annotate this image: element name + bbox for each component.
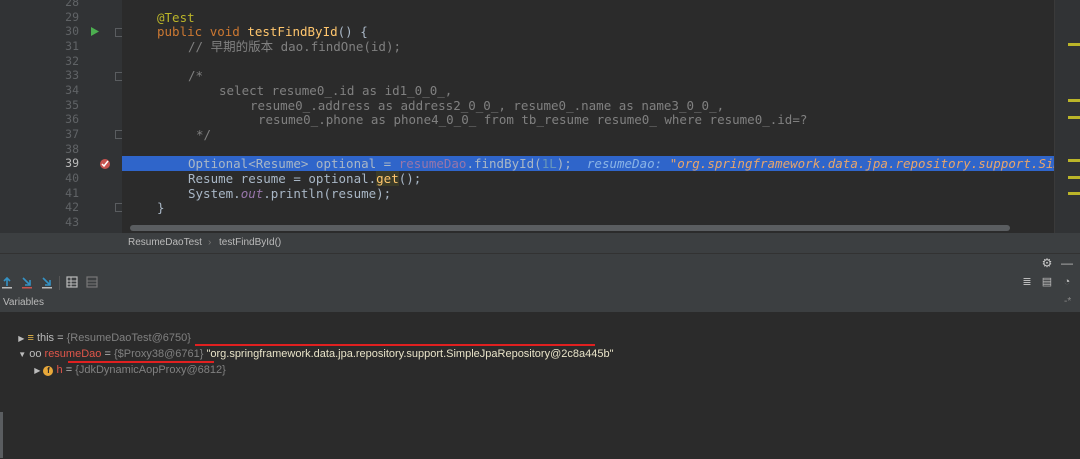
code-line-33: /* xyxy=(188,68,204,83)
line-number: 43 xyxy=(65,215,79,229)
line-number: 30 xyxy=(65,24,79,38)
line-number-current: 39 xyxy=(65,156,79,170)
red-annotation-underline xyxy=(68,361,214,363)
variables-tree[interactable]: ▶ ≡ this = {ResumeDaoTest@6750} ▼ oo res… xyxy=(0,312,1080,459)
gauge-icon[interactable]: ◔ xyxy=(1060,275,1074,290)
debug-tool-header: ⚙ — xyxy=(0,253,1080,274)
line-number: 34 xyxy=(65,83,79,97)
line-number: 35 xyxy=(65,98,79,112)
line-number: 41 xyxy=(65,186,79,200)
step-over-icon[interactable] xyxy=(1,276,15,289)
line-number: 29 xyxy=(65,10,79,24)
line-number: 33 xyxy=(65,68,79,82)
code-line-34: select resume0_.id as id1_0_0_, xyxy=(219,83,453,98)
warning-marker[interactable] xyxy=(1068,99,1080,102)
variables-header: Variables -* xyxy=(0,293,1080,313)
breadcrumb-class[interactable]: ResumeDaoTest xyxy=(128,237,202,248)
toolbar-divider xyxy=(59,276,60,290)
code-line-42: } xyxy=(157,200,165,215)
field-icon: f xyxy=(43,366,54,376)
run-gutter-icon[interactable] xyxy=(91,27,99,36)
watches-icon[interactable] xyxy=(86,276,100,288)
settings-icon[interactable]: ⚙ xyxy=(1040,256,1054,271)
warning-marker[interactable] xyxy=(1068,192,1080,195)
code-line-37: */ xyxy=(196,127,212,142)
variable-row-h[interactable]: ▶ f h = {JdkDynamicAopProxy@6812} xyxy=(22,346,226,376)
line-number: 36 xyxy=(65,112,79,126)
code-line-31: // 早期的版本 dao.findOne(id); xyxy=(188,39,402,54)
code-line-41: System.out.println(resume); xyxy=(188,186,392,201)
line-number: 42 xyxy=(65,200,79,214)
editor-gutter: 28 29 30 31 32 33 34 35 36 37 38 39 40 4… xyxy=(55,0,123,233)
pin-icon[interactable]: -* xyxy=(1064,296,1071,307)
breadcrumb-separator: › xyxy=(208,237,212,248)
evaluate-icon[interactable] xyxy=(66,276,80,288)
left-tool-strip xyxy=(0,0,55,253)
horizontal-scrollbar[interactable] xyxy=(122,223,1054,233)
line-number: 32 xyxy=(65,54,79,68)
line-number: 37 xyxy=(65,127,79,141)
step-out-icon[interactable] xyxy=(41,276,55,289)
breadcrumb-method[interactable]: testFindById() xyxy=(219,237,281,248)
variables-title: Variables xyxy=(3,297,44,308)
scrollbar-thumb[interactable] xyxy=(130,225,1010,231)
debug-toolbar: ≣ ▤ ◔ xyxy=(0,273,1080,294)
breadcrumb: ResumeDaoTest › testFindById() xyxy=(0,233,1080,253)
code-line-35: resume0_.address as address2_0_0_, resum… xyxy=(250,98,725,113)
code-line-40: Resume resume = optional.get(); xyxy=(188,171,422,186)
step-into-icon[interactable] xyxy=(21,276,35,289)
layout-icon[interactable]: ▤ xyxy=(1040,275,1054,290)
line-number: 38 xyxy=(65,142,79,156)
code-line-39-current: Optional<Resume> optional = resumeDao.fi… xyxy=(122,156,1054,171)
warning-marker[interactable] xyxy=(1068,43,1080,46)
inline-debug-label: resumeDao: xyxy=(586,156,670,171)
code-line-36: resume0_.phone as phone4_0_0_ from tb_re… xyxy=(258,112,808,127)
line-number: 40 xyxy=(65,171,79,185)
line-number: 28 xyxy=(65,0,79,9)
warning-marker[interactable] xyxy=(1068,116,1080,119)
code-line-29: @Test xyxy=(157,10,195,25)
warning-marker[interactable] xyxy=(1068,176,1080,179)
minimize-icon[interactable]: — xyxy=(1060,256,1074,271)
breakpoint-icon[interactable] xyxy=(99,158,111,170)
expand-arrow-icon[interactable]: ▶ xyxy=(34,366,40,375)
code-editor[interactable]: @Test public void testFindById() { // 早期… xyxy=(122,0,1054,233)
red-annotation-underline xyxy=(195,344,595,346)
variable-row-this[interactable]: ▶ ≡ this = {ResumeDaoTest@6750} xyxy=(6,314,191,344)
restore-layout-icon[interactable]: ≣ xyxy=(1020,275,1034,290)
inline-debug-value: "org.springframework.data.jpa.repository… xyxy=(669,156,1054,171)
line-number: 31 xyxy=(65,39,79,53)
code-line-30: public void testFindById() { xyxy=(157,24,368,39)
error-stripe xyxy=(1054,0,1080,233)
vertical-scrollbar[interactable] xyxy=(0,412,3,458)
warning-marker[interactable] xyxy=(1068,159,1080,162)
